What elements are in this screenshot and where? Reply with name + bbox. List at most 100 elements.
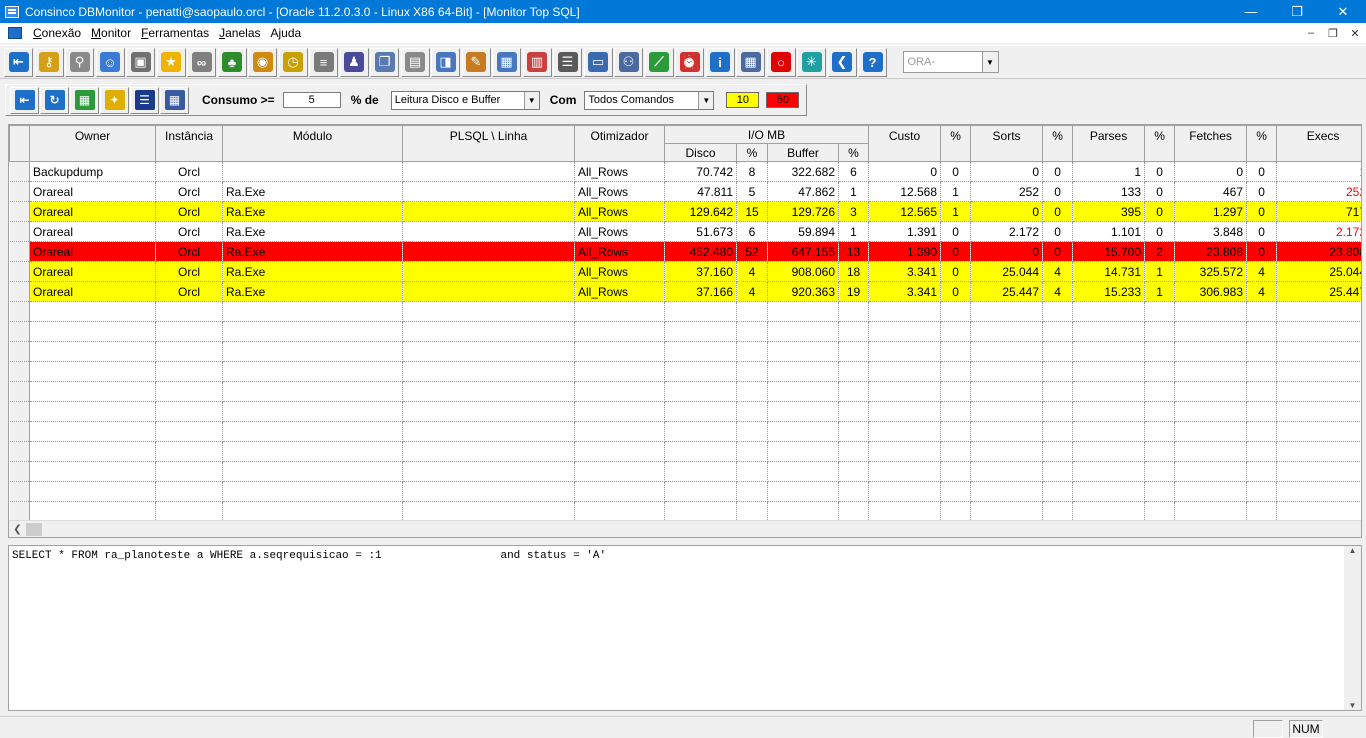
header-custo[interactable]: Custo <box>868 125 942 162</box>
row-selector[interactable] <box>9 381 30 402</box>
header-disco-pct[interactable]: % <box>736 143 768 162</box>
filter-button-3[interactable]: ✦ <box>100 86 129 114</box>
chevron-down-icon[interactable]: ▼ <box>981 52 998 72</box>
menu-ajuda[interactable]: Ajuda <box>266 23 307 43</box>
menu-monitor[interactable]: Monitor <box>86 23 136 43</box>
scroll-thumb[interactable] <box>26 522 42 536</box>
minimize-button[interactable]: — <box>1228 0 1274 23</box>
table-row[interactable]: Orareal Orcl Ra.Exe All_Rows 37.160 4 908.060 1… <box>9 261 1361 282</box>
toolbar-button-7[interactable]: ♣ <box>217 47 247 77</box>
table-row[interactable] <box>9 421 1361 442</box>
toolbar-button-18[interactable]: ☰ <box>553 47 582 77</box>
close-button[interactable]: ✕ <box>1320 0 1366 23</box>
header-buffer[interactable]: Buffer <box>767 143 839 162</box>
toolbar-button-11[interactable]: ♟ <box>339 47 369 77</box>
threshold-yellow-input[interactable]: 10 <box>726 92 760 108</box>
header-custo-pct[interactable]: % <box>940 125 972 162</box>
table-row[interactable] <box>9 461 1361 482</box>
header-sorts-pct[interactable]: % <box>1042 125 1074 162</box>
header-disco[interactable]: Disco <box>664 143 737 162</box>
header-fetches[interactable]: Fetches <box>1174 125 1248 162</box>
header-parses[interactable]: Parses <box>1072 125 1146 162</box>
row-selector[interactable] <box>9 481 30 502</box>
toolbar-button-23[interactable]: i <box>705 47 735 77</box>
table-row[interactable] <box>9 481 1361 502</box>
toolbar-button-14[interactable]: ◨ <box>431 47 460 77</box>
table-row[interactable] <box>9 441 1361 462</box>
consumo-input[interactable]: 5 <box>282 92 341 108</box>
chevron-down-icon[interactable]: ▼ <box>523 91 539 109</box>
toolbar-button-8[interactable]: ◉ <box>248 47 277 77</box>
filter-button-0[interactable]: ⇤ <box>10 86 39 114</box>
vertical-scrollbar[interactable]: ▲ ▼ <box>1344 546 1361 710</box>
toolbar-button-19[interactable]: ▭ <box>583 47 613 77</box>
table-row[interactable] <box>9 341 1361 362</box>
filter-button-5[interactable]: ▦ <box>160 86 189 114</box>
table-row[interactable]: Orareal Orcl Ra.Exe All_Rows 129.642 15 129.72… <box>9 201 1361 222</box>
sql-text-pane[interactable]: SELECT * FROM ra_planoteste a WHERE a.se… <box>8 545 1362 711</box>
row-selector[interactable] <box>9 421 30 442</box>
row-selector[interactable] <box>9 161 30 182</box>
mdi-close-button[interactable]: ✕ <box>1344 27 1366 40</box>
toolbar-button-27[interactable]: ❮ <box>827 47 857 77</box>
chevron-down-icon[interactable]: ▼ <box>698 91 714 109</box>
top-sql-grid[interactable]: Owner Instância Módulo PLSQL \ Linha Oti… <box>8 124 1362 538</box>
header-instancia[interactable]: Instância <box>155 125 223 162</box>
row-selector[interactable] <box>9 341 30 362</box>
header-buffer-pct[interactable]: % <box>837 143 870 162</box>
row-selector[interactable] <box>9 241 30 262</box>
toolbar-button-1[interactable]: ⚷ <box>34 47 64 77</box>
toolbar-button-26[interactable]: ✳ <box>797 47 826 77</box>
toolbar-button-16[interactable]: ▦ <box>492 47 521 77</box>
scroll-left-icon[interactable]: ❮ <box>9 524 26 535</box>
header-parses-pct[interactable]: % <box>1144 125 1176 162</box>
toolbar-button-10[interactable]: ≡ <box>309 47 338 77</box>
table-row[interactable]: Orareal Orcl Ra.Exe All_Rows 452.480 52 647.15… <box>9 241 1361 262</box>
header-sorts[interactable]: Sorts <box>970 125 1044 162</box>
menu-ferramentas[interactable]: Ferramentas <box>136 23 214 43</box>
toolbar-button-3[interactable]: ☺ <box>95 47 125 77</box>
toolbar-button-25[interactable]: ○ <box>766 47 796 77</box>
table-row[interactable] <box>9 301 1361 322</box>
scroll-up-icon[interactable]: ▲ <box>1349 546 1357 555</box>
toolbar-button-20[interactable]: ⚇ <box>614 47 643 77</box>
toolbar-button-13[interactable]: ▤ <box>400 47 430 77</box>
toolbar-button-15[interactable]: ✎ <box>461 47 491 77</box>
table-row[interactable]: Orareal Orcl Ra.Exe All_Rows 47.811 5 47.862 1 1… <box>9 181 1361 202</box>
toolbar-button-5[interactable]: ★ <box>156 47 186 77</box>
row-selector[interactable] <box>9 281 30 302</box>
row-selector[interactable] <box>9 401 30 422</box>
filter-button-2[interactable]: ▦ <box>70 86 99 114</box>
table-row[interactable] <box>9 321 1361 342</box>
row-selector[interactable] <box>9 301 30 322</box>
scroll-down-icon[interactable]: ▼ <box>1349 701 1357 710</box>
menu-conexao[interactable]: Conexão <box>28 23 86 43</box>
header-execs[interactable]: Execs <box>1276 125 1361 162</box>
row-selector[interactable] <box>9 261 30 282</box>
row-selector[interactable] <box>9 461 30 482</box>
mdi-restore-button[interactable]: ❐ <box>1322 27 1344 40</box>
leitura-select[interactable]: Leitura Disco e Buffer ▼ <box>390 90 540 110</box>
database-combo[interactable]: ORA- ▼ <box>902 51 999 73</box>
horizontal-scrollbar[interactable]: ❮ <box>9 520 1361 537</box>
toolbar-button-22[interactable]: ⏰ <box>675 47 704 77</box>
toolbar-button-6[interactable]: ∞ <box>187 47 216 77</box>
row-selector[interactable] <box>9 221 30 242</box>
comandos-select[interactable]: Todos Comandos ▼ <box>584 90 715 110</box>
toolbar-button-2[interactable]: ⚲ <box>65 47 94 77</box>
table-row[interactable] <box>9 401 1361 422</box>
header-owner[interactable]: Owner <box>29 125 156 162</box>
toolbar-button-9[interactable]: ◷ <box>278 47 308 77</box>
row-selector[interactable] <box>9 501 30 522</box>
threshold-red-input[interactable]: 50 <box>766 92 800 108</box>
toolbar-button-28[interactable]: ? <box>858 47 887 77</box>
toolbar-button-12[interactable]: ❐ <box>370 47 399 77</box>
toolbar-button-21[interactable]: ⟋ <box>644 47 674 77</box>
header-plsql[interactable]: PLSQL \ Linha <box>402 125 575 162</box>
toolbar-button-4[interactable]: ▣ <box>126 47 155 77</box>
header-modulo[interactable]: Módulo <box>222 125 403 162</box>
header-otimizador[interactable]: Otimizador <box>574 125 665 162</box>
filter-button-4[interactable]: ☰ <box>130 86 159 114</box>
row-selector[interactable] <box>9 321 30 342</box>
filter-button-1[interactable]: ↻ <box>40 86 69 114</box>
